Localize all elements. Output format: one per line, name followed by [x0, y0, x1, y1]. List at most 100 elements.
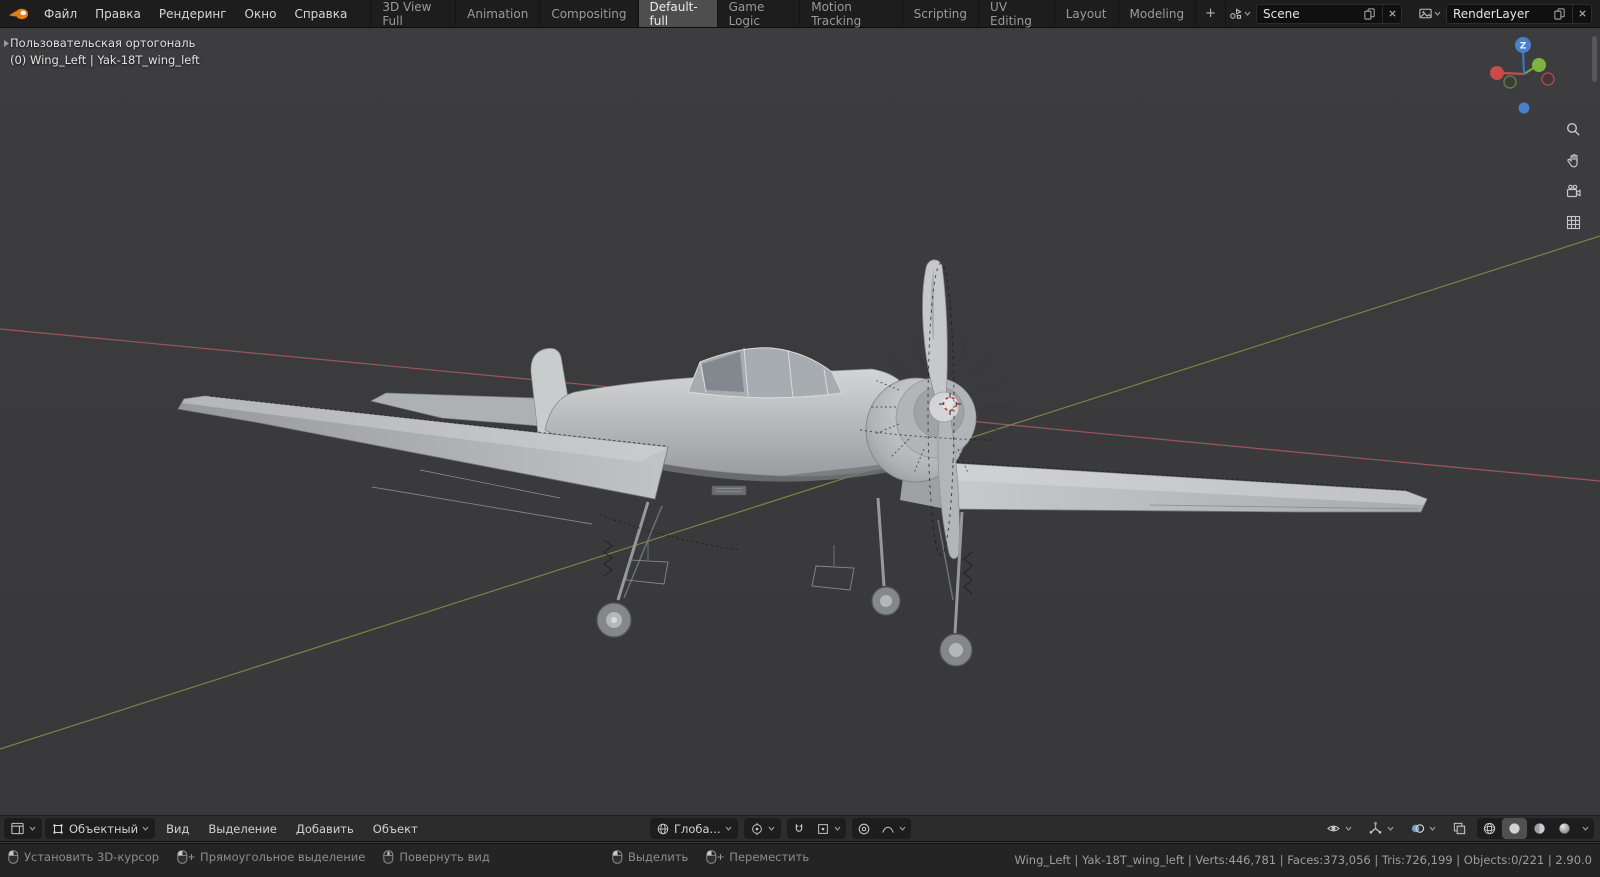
- scene-icon: [1228, 6, 1243, 21]
- viewport-header: Объектный Вид Выделение Добавить Объект …: [0, 815, 1600, 842]
- copy-icon[interactable]: [1553, 7, 1566, 20]
- proportional-falloff-selector[interactable]: [876, 818, 911, 839]
- workspace-tab-animation[interactable]: Animation: [456, 0, 540, 27]
- workspace-tab-layout[interactable]: Layout: [1055, 0, 1119, 27]
- chevron-down-icon: [1244, 11, 1251, 16]
- workspace-tab-game-logic[interactable]: Game Logic: [718, 0, 801, 27]
- menu-edit[interactable]: Правка: [86, 3, 150, 25]
- editor-type-selector[interactable]: [4, 818, 42, 839]
- gizmos-selector[interactable]: [1362, 818, 1400, 839]
- shading-rendered-button[interactable]: [1552, 818, 1577, 839]
- hint-label: Выделить: [628, 850, 688, 864]
- menu-bar: Файл Правка Рендеринг Окно Справка: [35, 3, 356, 25]
- unlink-renderlayer-button[interactable]: [1572, 4, 1592, 24]
- hint-label: Повернуть вид: [399, 850, 490, 864]
- gizmo-y-neg-axis: [1504, 76, 1516, 88]
- transform-orientation-selector[interactable]: Глоба...: [650, 818, 738, 839]
- chevron-down-icon: [768, 826, 775, 831]
- xray-toggle[interactable]: [1446, 818, 1473, 839]
- menu-render[interactable]: Рендеринг: [150, 3, 236, 25]
- chevron-down-icon: [1345, 826, 1352, 831]
- shading-wireframe-button[interactable]: [1477, 818, 1502, 839]
- proportional-editing-toggle[interactable]: [852, 818, 876, 839]
- magnet-icon: [792, 822, 806, 836]
- viewport-scrollbar[interactable]: [1592, 36, 1597, 82]
- globe-icon: [656, 822, 670, 836]
- mouse-drag-icon: [706, 850, 724, 864]
- gizmo-z-neg-axis: [1519, 103, 1530, 114]
- viewport-header-right: [1320, 816, 1594, 841]
- overlays-selector[interactable]: [1404, 818, 1442, 839]
- pivot-icon: [750, 822, 764, 836]
- shading-options-selector[interactable]: [1577, 818, 1594, 839]
- proportional-icon: [857, 822, 871, 836]
- zoom-view-button[interactable]: [1560, 116, 1586, 142]
- navigation-gizmo[interactable]: Z: [1488, 32, 1560, 124]
- snap-target-selector[interactable]: [811, 818, 846, 839]
- menu-file[interactable]: Файл: [35, 3, 86, 25]
- renderlayer-name: RenderLayer: [1453, 7, 1529, 21]
- workspace-tab-3d-view-full[interactable]: 3D View Full: [370, 0, 456, 27]
- menu-help[interactable]: Справка: [285, 3, 356, 25]
- add-workspace-button[interactable]: +: [1196, 0, 1226, 27]
- topbar: Файл Правка Рендеринг Окно Справка 3D Vi…: [0, 0, 1600, 28]
- shading-material-button[interactable]: [1527, 818, 1552, 839]
- toggle-projection-button[interactable]: [1560, 209, 1586, 235]
- menu-select[interactable]: Выделение: [200, 818, 285, 839]
- copy-icon[interactable]: [1363, 7, 1376, 20]
- chevron-down-icon: [1582, 826, 1589, 831]
- object-mode-icon: [51, 822, 65, 836]
- scene-name-field[interactable]: Scene: [1256, 4, 1382, 24]
- hint-label: Установить 3D-курсор: [24, 850, 159, 864]
- chevron-down-icon: [834, 826, 841, 831]
- workspace-tab-scripting[interactable]: Scripting: [903, 0, 979, 27]
- blender-logo-icon[interactable]: [8, 7, 30, 21]
- chevron-down-icon: [725, 826, 732, 831]
- workspace-tab-uv-editing[interactable]: UV Editing: [979, 0, 1055, 27]
- hand-icon: [1565, 152, 1582, 169]
- workspace-tab-compositing[interactable]: Compositing: [540, 0, 638, 27]
- orientation-label: Глоба...: [674, 822, 721, 836]
- object-visibility-selector[interactable]: [1320, 818, 1358, 839]
- workspace-tab-default-full[interactable]: Default-full: [639, 0, 718, 27]
- move-view-button[interactable]: [1560, 147, 1586, 173]
- menu-view[interactable]: Вид: [158, 818, 197, 839]
- unlink-scene-button[interactable]: [1382, 4, 1402, 24]
- snap-group: [787, 818, 846, 839]
- menu-object[interactable]: Объект: [365, 818, 426, 839]
- region-toggle-icon[interactable]: [3, 39, 10, 48]
- mode-selector[interactable]: Объектный: [45, 818, 155, 839]
- menu-add[interactable]: Добавить: [288, 818, 362, 839]
- viewport-3d[interactable]: Пользовательская ортогональ (0) Wing_Lef…: [0, 28, 1600, 815]
- workspace-tabs: 3D View Full Animation Compositing Defau…: [370, 0, 1226, 27]
- hint-move: Переместить: [706, 850, 809, 864]
- hint-set-3d-cursor: Установить 3D-курсор: [8, 850, 159, 864]
- overlays-icon: [1410, 821, 1425, 836]
- hint-label: Прямоугольное выделение: [200, 850, 365, 864]
- blender-window: Файл Правка Рендеринг Окно Справка 3D Vi…: [0, 0, 1600, 877]
- renderlayer-browse-button[interactable]: [1416, 4, 1443, 23]
- workspace-tab-motion-tracking[interactable]: Motion Tracking: [800, 0, 902, 27]
- wireframe-sphere-icon: [1482, 821, 1497, 836]
- hint-label: Переместить: [729, 850, 809, 864]
- chevron-down-icon: [142, 826, 149, 831]
- close-icon: [1578, 9, 1587, 18]
- chevron-down-icon: [899, 826, 906, 831]
- renderlayer-icon: [1418, 6, 1433, 21]
- mouse-left-icon: [612, 850, 623, 864]
- xray-icon: [1452, 821, 1467, 836]
- pivot-point-selector[interactable]: [744, 818, 781, 839]
- mouse-middle-icon: [383, 850, 394, 864]
- snap-toggle[interactable]: [787, 818, 811, 839]
- eye-icon: [1326, 821, 1341, 836]
- shading-solid-button[interactable]: [1502, 818, 1527, 839]
- zoom-icon: [1565, 121, 1582, 138]
- close-icon: [1388, 9, 1397, 18]
- scene-browse-button[interactable]: [1226, 4, 1253, 23]
- camera-view-button[interactable]: [1560, 178, 1586, 204]
- renderlayer-name-field[interactable]: RenderLayer: [1446, 4, 1572, 24]
- workspace-tab-modeling[interactable]: Modeling: [1119, 0, 1197, 27]
- menu-window[interactable]: Окно: [236, 3, 286, 25]
- editor-type-icon: [10, 821, 25, 836]
- material-sphere-icon: [1532, 821, 1547, 836]
